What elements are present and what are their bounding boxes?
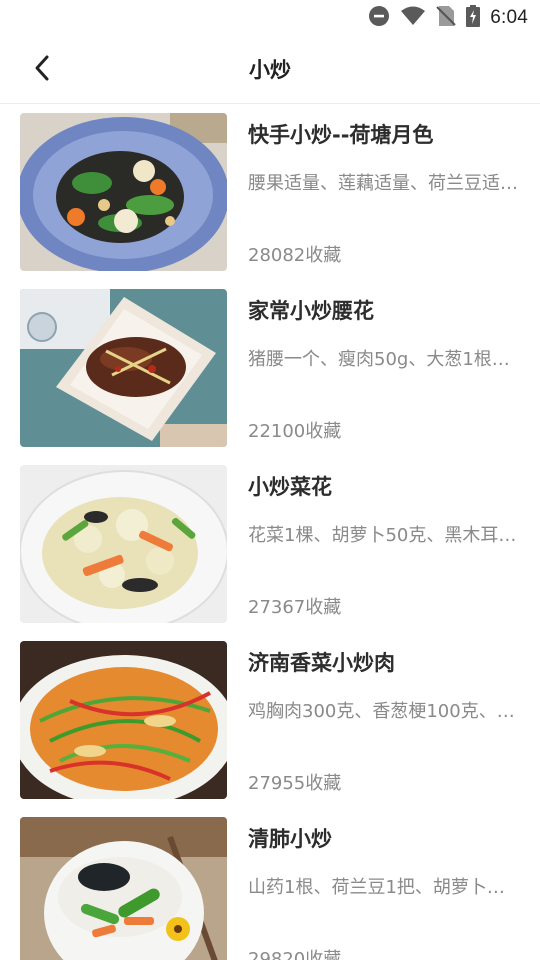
no-sim-icon — [436, 5, 456, 31]
page-title: 小炒 — [249, 58, 291, 82]
recipe-thumbnail — [20, 641, 227, 799]
battery-charging-icon — [466, 5, 481, 31]
favorite-count: 28082收藏 — [248, 245, 342, 266]
status-bar: 6:04 — [0, 0, 540, 36]
recipe-item[interactable]: 快手小炒--荷塘月色 腰果适量、莲藕适量、荷兰豆适量、胡萝卜适量 28082收藏 — [0, 105, 540, 281]
recipe-list: 快手小炒--荷塘月色 腰果适量、莲藕适量、荷兰豆适量、胡萝卜适量 28082收藏… — [0, 105, 540, 960]
status-time: 6:04 — [490, 7, 528, 28]
recipe-title: 清肺小炒 — [248, 827, 332, 851]
wifi-icon — [400, 5, 426, 31]
recipe-title: 小炒菜花 — [248, 475, 332, 499]
recipe-ingredients: 山药1根、荷兰豆1把、胡萝卜半根 — [248, 877, 520, 898]
recipe-title: 家常小炒腰花 — [248, 299, 374, 323]
recipe-item[interactable]: 清肺小炒 山药1根、荷兰豆1把、胡萝卜半根 29820收藏 — [0, 809, 540, 960]
recipe-ingredients: 花菜1棵、胡萝卜50克、黑木耳适量 — [248, 525, 520, 546]
favorite-count: 29820收藏 — [248, 949, 342, 960]
recipe-thumbnail — [20, 113, 227, 271]
recipe-item[interactable]: 家常小炒腰花 猪腰一个、瘦肉50g、大葱1根、辣椒适量 22100收藏 — [0, 281, 540, 457]
recipe-ingredients: 猪腰一个、瘦肉50g、大葱1根、辣椒适量 — [248, 349, 520, 370]
recipe-ingredients: 腰果适量、莲藕适量、荷兰豆适量、胡萝卜适量 — [248, 173, 520, 194]
favorite-count: 27955收藏 — [248, 773, 342, 794]
recipe-item[interactable]: 济南香菜小炒肉 鸡胸肉300克、香葱梗100克、红椒适量 27955收藏 — [0, 633, 540, 809]
recipe-thumbnail — [20, 289, 227, 447]
app-bar: 小炒 — [0, 36, 540, 104]
recipe-thumbnail — [20, 817, 227, 960]
recipe-ingredients: 鸡胸肉300克、香葱梗100克、红椒适量 — [248, 701, 520, 722]
recipe-item[interactable]: 小炒菜花 花菜1棵、胡萝卜50克、黑木耳适量 27367收藏 — [0, 457, 540, 633]
recipe-title: 快手小炒--荷塘月色 — [248, 123, 434, 147]
do-not-disturb-icon — [368, 5, 390, 31]
favorite-count: 22100收藏 — [248, 421, 342, 442]
favorite-count: 27367收藏 — [248, 597, 342, 618]
recipe-title: 济南香菜小炒肉 — [248, 651, 395, 675]
recipe-thumbnail — [20, 465, 227, 623]
